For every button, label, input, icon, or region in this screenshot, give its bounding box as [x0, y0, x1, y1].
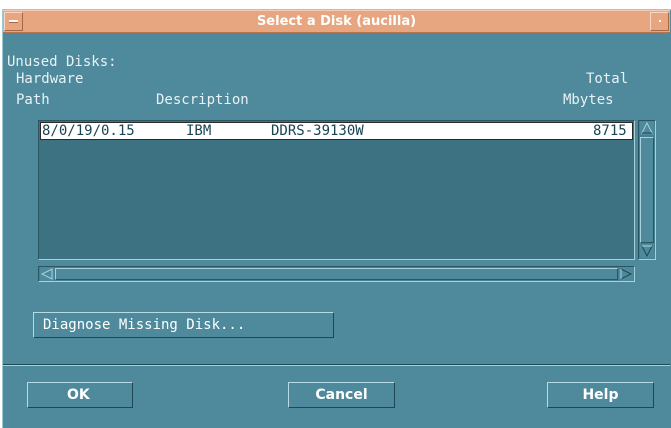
list-vertical-scrollbar[interactable]	[638, 120, 656, 260]
unused-disks-label: Unused Disks:	[7, 54, 117, 70]
vertical-scroll-thumb[interactable]	[640, 137, 654, 243]
disk-vendor: IBM	[186, 123, 212, 139]
select-disk-dialog: Select a Disk (aucilla) Unused Disks: Ha…	[2, 9, 671, 428]
dialog-title: Select a Disk (aucilla)	[256, 14, 417, 29]
help-button[interactable]: Help	[547, 382, 654, 408]
disk-model: DDRS-39130W	[271, 123, 364, 139]
column-header-total: Total	[586, 71, 629, 87]
ok-button[interactable]: OK	[27, 382, 133, 408]
window-resize-icon[interactable]	[650, 12, 669, 31]
disk-hardware-path: 8/0/19/0.15	[42, 123, 135, 139]
list-item[interactable]: 8/0/19/0.15 IBM DDRS-39130W 8715	[40, 122, 633, 140]
horizontal-scroll-thumb[interactable]	[55, 268, 618, 280]
column-header-description: Description	[156, 92, 249, 108]
triangle-left-icon[interactable]	[40, 267, 54, 281]
window-menu-icon[interactable]	[4, 12, 23, 31]
button-area-separator	[3, 364, 670, 366]
diagnose-missing-disk-button[interactable]: Diagnose Missing Disk...	[33, 312, 334, 338]
unused-disks-list[interactable]: 8/0/19/0.15 IBM DDRS-39130W 8715	[38, 120, 635, 260]
cancel-button[interactable]: Cancel	[288, 382, 395, 408]
list-horizontal-scrollbar[interactable]	[38, 266, 635, 282]
column-header-mbytes: Mbytes	[563, 92, 614, 108]
triangle-up-icon[interactable]	[640, 121, 654, 135]
title-bar[interactable]: Select a Disk (aucilla)	[3, 10, 670, 33]
column-header-path: Path	[16, 92, 50, 108]
triangle-right-icon[interactable]	[619, 267, 633, 281]
triangle-down-icon[interactable]	[640, 244, 654, 258]
column-header-hardware: Hardware	[16, 71, 84, 87]
disk-size-mbytes: 8715	[593, 123, 627, 139]
